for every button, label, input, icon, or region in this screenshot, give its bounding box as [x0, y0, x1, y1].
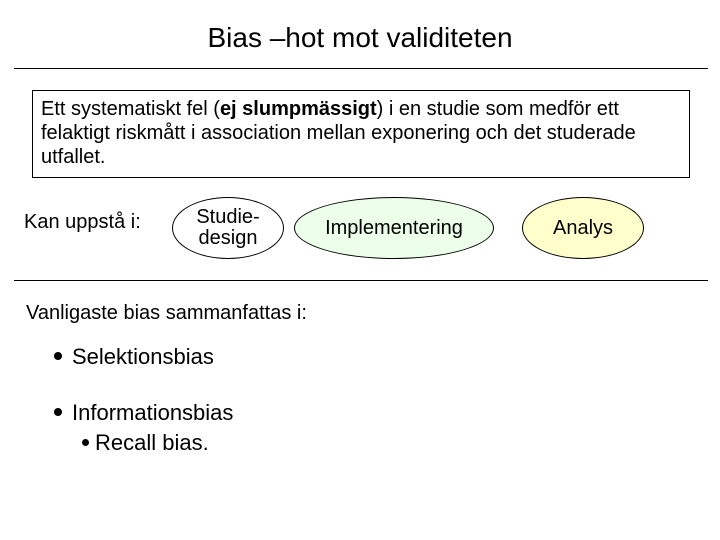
ellipse-study-design: Studie- design [172, 197, 284, 259]
occurs-lead: Kan uppstå i: [24, 211, 141, 234]
bullet-icon [54, 352, 62, 360]
ellipse-implementation: Implementering [294, 197, 494, 259]
occurs-row: Kan uppstå i: Studie- design Implementer… [24, 197, 704, 267]
bullet-recall-bias-label: Recall bias. [95, 430, 209, 455]
definition-pre: Ett systematiskt fel ( [41, 98, 220, 120]
bullet-information-bias: Informationsbias [54, 400, 233, 426]
ellipse-study-design-l1: Studie- [196, 206, 259, 228]
summary-lead: Vanligaste bias sammanfattas i: [26, 302, 307, 325]
definition-emph: ej slumpmässigt [220, 98, 377, 120]
slide: Bias –hot mot validiteten Ett systematis… [0, 0, 720, 540]
bullet-selection-bias: Selektionsbias [54, 344, 233, 370]
bullet-information-bias-label: Informationsbias [72, 400, 233, 425]
slide-title: Bias –hot mot validiteten [0, 22, 720, 54]
bullet-icon [82, 439, 89, 446]
definition-box: Ett systematiskt fel (ej slumpmässigt) i… [32, 90, 690, 178]
bullet-recall-bias: Recall bias. [82, 430, 233, 456]
bullet-selection-bias-label: Selektionsbias [72, 344, 214, 369]
divider-bottom [14, 280, 708, 281]
bullet-list: Selektionsbias Informationsbias Recall b… [54, 336, 233, 456]
ellipse-implementation-label: Implementering [325, 218, 463, 239]
ellipse-study-design-l2: design [199, 227, 258, 249]
divider-top [14, 68, 708, 69]
ellipse-analysis-label: Analys [553, 218, 613, 239]
ellipse-analysis: Analys [522, 197, 644, 259]
bullet-icon [54, 408, 62, 416]
